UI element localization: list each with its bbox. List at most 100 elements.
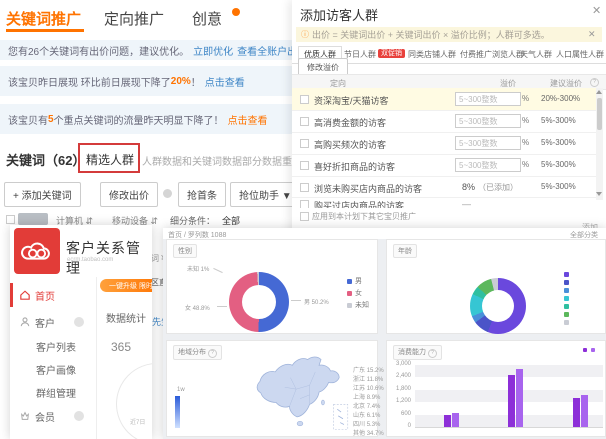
- gender-donut-chart: [229, 272, 289, 332]
- china-map[interactable]: [237, 349, 363, 435]
- row-checkbox[interactable]: [300, 183, 309, 192]
- percent-sign: %: [522, 116, 529, 125]
- info-text: 出价 = 关键词出价 + 关键词出价 × 溢价比例；人群可多选。: [312, 28, 550, 41]
- notice-text: 该宝贝有: [8, 112, 48, 127]
- scrollbar[interactable]: [596, 88, 603, 200]
- row-checkbox[interactable]: [300, 161, 309, 170]
- audience-row: 资深淘宝/天猫访客 % 20%-300%: [292, 88, 597, 111]
- click-view-link[interactable]: 点击查看: [205, 74, 245, 89]
- apply-to-plan-checkbox[interactable]: 应用到本计划下其它宝贝推广: [300, 211, 416, 222]
- tab-paid-browse-audience[interactable]: 付费推广浏览人群: [460, 49, 524, 60]
- optimize-now-link[interactable]: 立即优化: [193, 43, 233, 58]
- bid-added-note: （已添加）: [478, 182, 518, 193]
- tab-creative[interactable]: 创意: [192, 8, 222, 29]
- audience-name: 资深淘宝/天猫访客: [314, 94, 389, 107]
- select-all-checkbox[interactable]: [6, 215, 15, 224]
- audience-row: 高购买频次的访客 % 5%-300%: [292, 132, 597, 155]
- sidebar-item-home[interactable]: 首页: [10, 283, 96, 307]
- person-icon: [20, 317, 30, 327]
- active-tab-underline: [6, 29, 84, 32]
- bid-input[interactable]: [455, 114, 521, 128]
- cloud-icon: [20, 238, 54, 264]
- add-visitor-audience-dialog: 添加访客人群 ✕ ⓘ 出价 = 关键词出价 + 关键词出价 × 溢价比例；人群可…: [292, 0, 606, 236]
- row-checkbox[interactable]: [300, 200, 309, 208]
- add-keyword-button[interactable]: + 添加关键词: [4, 182, 81, 207]
- tab-keyword-promo[interactable]: 关键词推广: [6, 8, 81, 29]
- member-icon: [20, 411, 30, 421]
- callout-female: 女 48.8%: [185, 303, 210, 312]
- help-icon[interactable]: ?: [428, 349, 437, 358]
- bid-input[interactable]: [455, 92, 521, 106]
- rank-helper-button[interactable]: 抢位助手 ▼: [230, 182, 301, 207]
- tab-demographic-audience[interactable]: 人口属性人群: [556, 49, 604, 60]
- suggest-range: 5%-300%: [541, 160, 576, 169]
- active-indicator: [10, 283, 13, 307]
- region-panel: 地域分布? 1w 广东 15.2% 浙江 11.8% 江苏 10.6% 上海 8…: [166, 340, 378, 437]
- subtab-keywords[interactable]: 关键词（62）: [6, 150, 85, 169]
- legend-item-male[interactable]: 男: [347, 276, 362, 286]
- help-icon[interactable]: ?: [208, 349, 217, 358]
- grab-first-button[interactable]: 抢首条: [178, 182, 226, 207]
- toggle-circle[interactable]: [74, 317, 84, 327]
- scroll-thumb[interactable]: [597, 98, 602, 130]
- bid-value: 8%: [462, 182, 475, 192]
- stat-caption: 近7日: [130, 417, 145, 426]
- notice-bid-issues: 您有26个关键词有出价问题，建议优化。 立即优化 查看全账户出价: [0, 40, 310, 60]
- modify-bid-button[interactable]: 修改出价: [100, 182, 158, 207]
- legend-item-female[interactable]: 女: [347, 288, 362, 298]
- one-click-upgrade-button[interactable]: 一键升级 限时: [100, 279, 152, 292]
- festival-badge: 双促销: [378, 48, 405, 58]
- sidebar-item-members[interactable]: 会员: [10, 404, 96, 428]
- bar[interactable]: [573, 398, 580, 427]
- scroll-down-arrow[interactable]: [596, 192, 602, 196]
- screenshot-root: 关键词推广 定向推广 创意 您有26个关键词有出价问题，建议优化。 立即优化 查…: [0, 0, 606, 439]
- notice-traffic-drop: 该宝贝有 5 个重点关键词的流量昨天明显下降了！ 点击查看: [0, 104, 310, 134]
- bar[interactable]: [452, 413, 459, 428]
- filter-value-all[interactable]: 全部: [222, 214, 240, 227]
- bar-legend-dot[interactable]: [591, 348, 595, 352]
- click-view-link[interactable]: 点击查看: [228, 112, 268, 127]
- bid-input[interactable]: [455, 158, 521, 172]
- tab-festival-audience[interactable]: 节日人群: [344, 49, 376, 60]
- legend-dot[interactable]: [564, 304, 569, 309]
- bar-legend-dot[interactable]: [583, 348, 587, 352]
- gender-panel-title: 性别: [173, 244, 197, 258]
- bar[interactable]: [581, 395, 588, 427]
- checkbox-icon[interactable]: [300, 212, 309, 221]
- gear-icon[interactable]: [163, 189, 172, 198]
- legend-dot[interactable]: [564, 312, 569, 317]
- legend-item-unknown[interactable]: 未知: [347, 300, 369, 310]
- help-icon[interactable]: ?: [590, 78, 599, 87]
- row-checkbox[interactable]: [300, 117, 309, 126]
- close-icon[interactable]: ✕: [592, 4, 601, 17]
- legend-dot[interactable]: [564, 320, 569, 325]
- legend-dot[interactable]: [564, 280, 569, 285]
- row-checkbox[interactable]: [300, 95, 309, 104]
- bar[interactable]: [444, 415, 451, 427]
- sidebar-item-customers[interactable]: 客户: [10, 310, 96, 334]
- legend-dot[interactable]: [564, 288, 569, 293]
- bid-input[interactable]: [455, 136, 521, 150]
- row-checkbox[interactable]: [300, 139, 309, 148]
- tab-weather-audience[interactable]: 天气人群: [520, 49, 552, 60]
- legend-dot[interactable]: [564, 296, 569, 301]
- close-icon[interactable]: ✕: [588, 29, 596, 40]
- audience-name: 高消费金额的访客: [314, 116, 386, 129]
- callout-line: [213, 268, 222, 273]
- scroll-up-arrow[interactable]: [596, 90, 602, 94]
- region-rank-row: 山东 6.1%: [353, 410, 380, 419]
- region-rank-row: 浙江 11.8%: [353, 374, 383, 383]
- legend-dot[interactable]: [564, 272, 569, 277]
- sidebar-item-customer-list[interactable]: 客户列表: [10, 334, 122, 358]
- audience-row: 喜好折扣商品的访客 % 5%-300%: [292, 154, 597, 177]
- y-tick: 1,200: [387, 398, 411, 404]
- visualmap-bar[interactable]: [175, 396, 180, 428]
- bar[interactable]: [516, 369, 523, 427]
- region-rank-row: 江苏 10.6%: [353, 383, 384, 392]
- sidebar-item-customer-profile[interactable]: 客户画像: [10, 357, 122, 381]
- tab-targeting-promo[interactable]: 定向推广: [104, 8, 164, 29]
- toggle-circle[interactable]: [74, 411, 84, 421]
- tab-similar-shop-audience[interactable]: 同类店铺人群: [408, 49, 456, 60]
- sidebar-item-group-management[interactable]: 群组管理: [10, 380, 122, 404]
- bar[interactable]: [508, 375, 515, 427]
